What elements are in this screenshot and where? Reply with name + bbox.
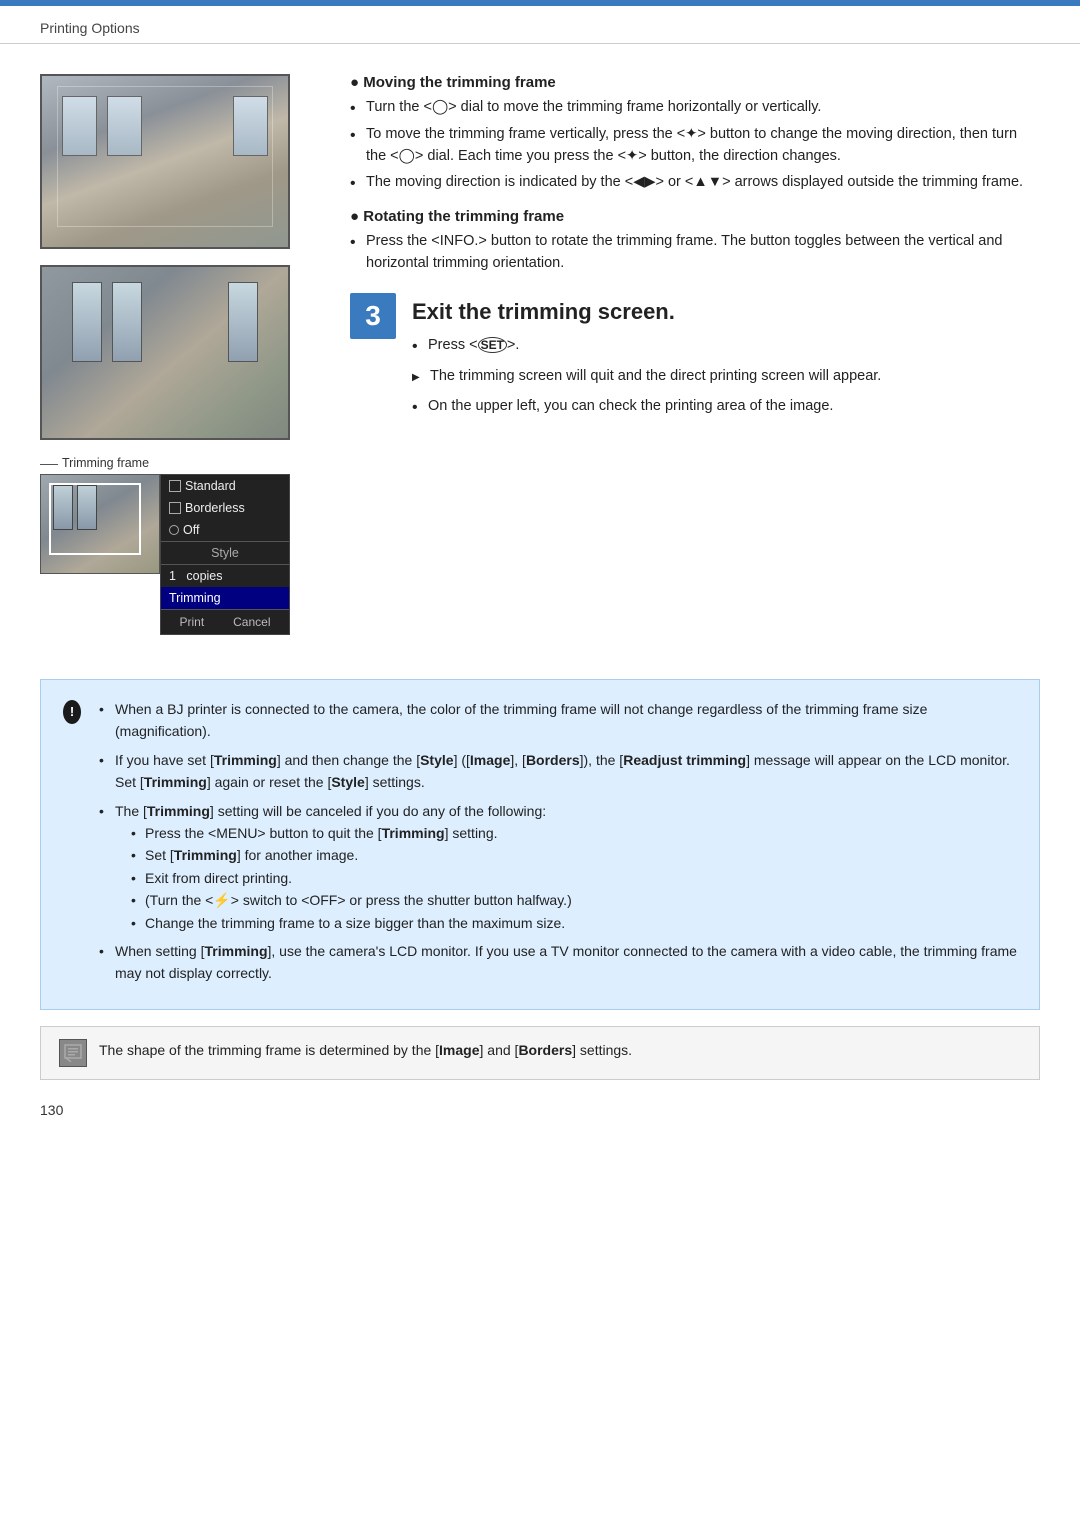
left-column: Trimming frame Standard Borderless <box>40 74 320 635</box>
image-menu-container: Standard Borderless Off Style <box>40 474 290 635</box>
menu-cancel-label: Cancel <box>233 615 270 629</box>
window-6 <box>228 282 258 362</box>
note-svg-icon <box>64 1044 82 1062</box>
breadcrumb: Printing Options <box>40 20 140 36</box>
trimming-label-row: Trimming frame <box>40 456 290 470</box>
section-rotating-heading: ● Rotating the trimming frame <box>350 208 1040 225</box>
standard-icon <box>169 480 181 492</box>
note-content: When a BJ printer is connected to the ca… <box>99 698 1017 991</box>
window-3 <box>233 96 268 156</box>
note-sub-4: (Turn the <⚡> switch to <OFF> or press t… <box>131 889 1017 911</box>
image-room-landscape <box>40 74 290 249</box>
moving-bullet-1: Turn the <◯> dial to move the trimming f… <box>350 97 1040 119</box>
step-round-bullets: On the upper left, you can check the pri… <box>412 396 1040 418</box>
bullet-dot-rotating: ● <box>350 208 363 225</box>
note-sub-3: Exit from direct printing. <box>131 867 1017 889</box>
step-title: Exit the trimming screen. <box>412 299 1040 325</box>
note-bullets: When a BJ printer is connected to the ca… <box>99 698 1017 985</box>
step-arrow-1: The trimming screen will quit and the di… <box>412 366 1040 388</box>
step-content: Exit the trimming screen. Press <SET>. T… <box>412 293 1040 428</box>
right-column: ● Moving the trimming frame Turn the <◯>… <box>350 74 1040 635</box>
step-arrow-bullets: The trimming screen will quit and the di… <box>412 366 1040 388</box>
note-sub-1: Press the <MENU> button to quit the [Tri… <box>131 822 1017 844</box>
info-section: The shape of the trimming frame is deter… <box>40 1026 1040 1080</box>
menu-item-standard: Standard <box>161 475 289 497</box>
note-caution-icon: ! <box>63 700 81 724</box>
menu-label-off: Off <box>183 523 199 537</box>
note-sub-bullets: Press the <MENU> button to quit the [Tri… <box>115 822 1017 934</box>
main-content: Trimming frame Standard Borderless <box>0 44 1080 655</box>
rotating-bullet-1: Press the <INFO.> button to rotate the t… <box>350 231 1040 275</box>
window-2 <box>107 96 142 156</box>
menu-label-standard: Standard <box>185 479 236 493</box>
photo-room-2 <box>42 267 288 438</box>
menu-print-label: Print <box>179 615 204 629</box>
window-1 <box>62 96 97 156</box>
menu-item-borderless: Borderless <box>161 497 289 519</box>
step-press-item: Press <SET>. <box>412 335 1040 357</box>
window-4 <box>72 282 102 362</box>
note-section: ! When a BJ printer is connected to the … <box>40 679 1040 1010</box>
camera-menu-panel: Standard Borderless Off Style <box>160 474 290 635</box>
step-3-section: 3 Exit the trimming screen. Press <SET>.… <box>350 293 1040 428</box>
menu-label-trimming: Trimming <box>169 591 221 605</box>
menu-label-copies: 1 copies <box>169 569 223 583</box>
menu-item-style: Style <box>161 542 289 564</box>
info-text: The shape of the trimming frame is deter… <box>99 1039 632 1061</box>
step-number: 3 <box>350 293 396 339</box>
bullet-dot-moving: ● <box>350 74 363 91</box>
menu-item-off: Off <box>161 519 289 541</box>
rotating-bullets: Press the <INFO.> button to rotate the t… <box>350 231 1040 275</box>
menu-item-trimming: Trimming <box>161 587 289 609</box>
note-bullet-2: If you have set [Trimming] and then chan… <box>99 749 1017 794</box>
page-number: 130 <box>0 1092 1080 1138</box>
note-bullet-1: When a BJ printer is connected to the ca… <box>99 698 1017 743</box>
menu-label-style: Style <box>211 546 239 560</box>
step-press-list: Press <SET>. <box>412 335 1040 357</box>
borderless-icon <box>169 502 181 514</box>
step-round-1: On the upper left, you can check the pri… <box>412 396 1040 418</box>
moving-bullets: Turn the <◯> dial to move the trimming f… <box>350 97 1040 194</box>
note-sub-2: Set [Trimming] for another image. <box>131 844 1017 866</box>
menu-bottom-bar: Print Cancel <box>161 609 289 634</box>
photo-room-1 <box>42 76 288 247</box>
menu-item-copies: 1 copies <box>161 565 289 587</box>
note-bullet-3: The [Trimming] setting will be canceled … <box>99 800 1017 934</box>
off-icon <box>169 525 179 535</box>
trim-frame-overlay <box>49 483 141 555</box>
note-sub-5: Change the trimming frame to a size bigg… <box>131 912 1017 934</box>
image-with-menu: Trimming frame Standard Borderless <box>40 456 290 635</box>
trimming-frame-label: Trimming frame <box>62 456 149 470</box>
window-5 <box>112 282 142 362</box>
small-photo <box>40 474 160 574</box>
moving-bullet-2: To move the trimming frame vertically, p… <box>350 124 1040 168</box>
menu-label-borderless: Borderless <box>185 501 245 515</box>
note-bullet-4: When setting [Trimming], use the camera'… <box>99 940 1017 985</box>
section-moving-heading: ● Moving the trimming frame <box>350 74 1040 91</box>
moving-bullet-3: The moving direction is indicated by the… <box>350 172 1040 194</box>
header: Printing Options <box>0 6 1080 44</box>
info-icon <box>59 1039 87 1067</box>
trimming-line <box>40 464 58 465</box>
image-room-2 <box>40 265 290 440</box>
